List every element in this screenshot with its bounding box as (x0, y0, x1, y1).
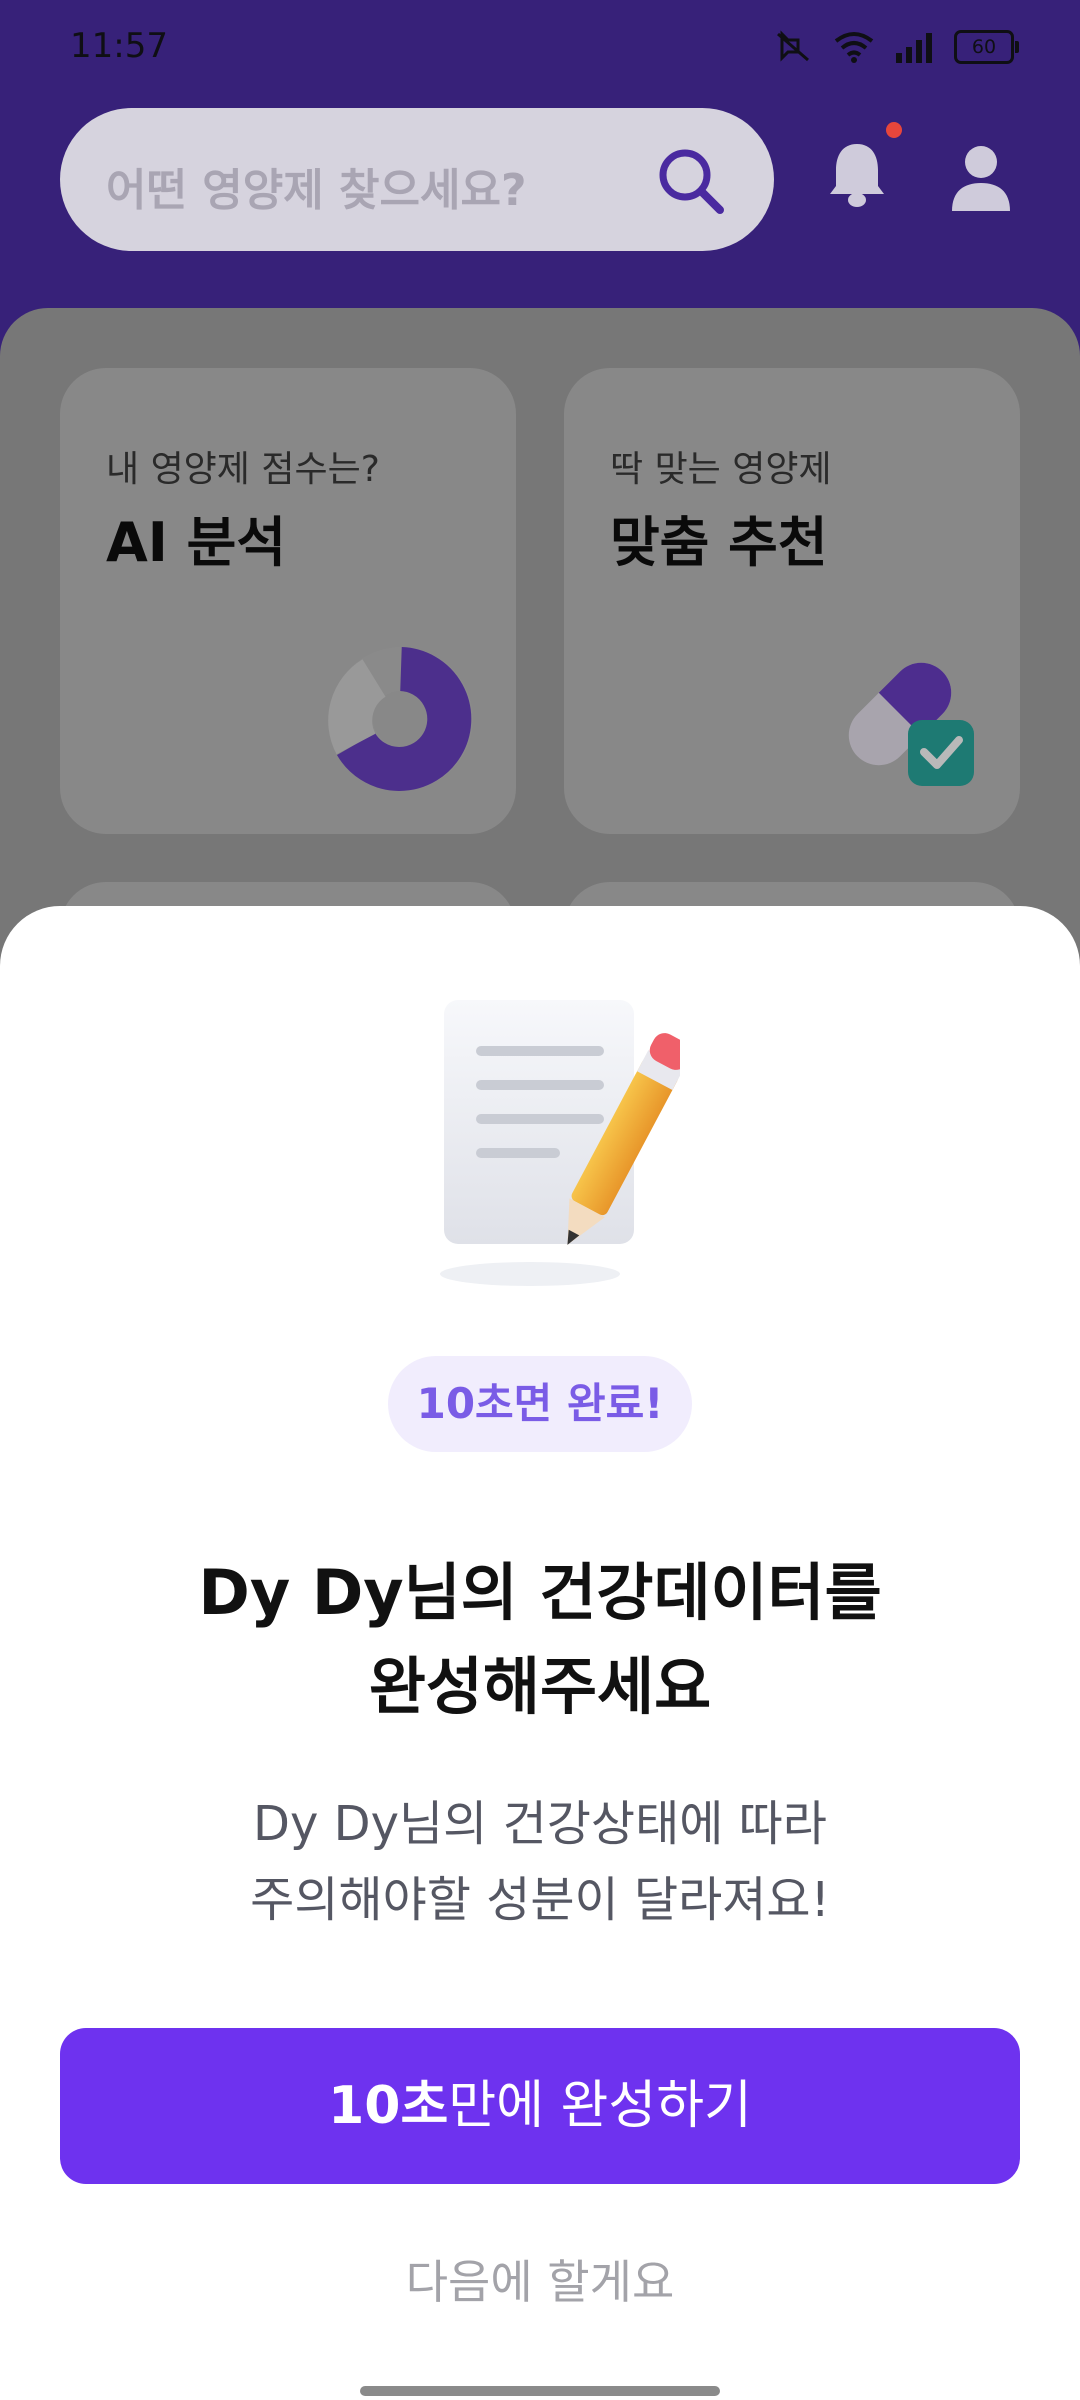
notification-dot (886, 122, 902, 138)
card-title: 맞춤 추천 (610, 511, 828, 574)
time-badge: 10초면 완료! (388, 1356, 692, 1452)
complete-button[interactable]: 10초만에 완성하기 (60, 2028, 1020, 2184)
card-title: AI 분석 (106, 511, 287, 574)
home-indicator[interactable] (360, 2386, 720, 2396)
donut-chart-icon (328, 647, 473, 791)
wifi-icon (834, 32, 874, 63)
search-icon[interactable] (656, 146, 726, 216)
battery-icon: 60 (954, 30, 1019, 64)
document-pencil-icon (440, 1000, 680, 1286)
sheet-description-line2: 주의해야할 성분이 달라져요! (250, 1872, 830, 1928)
ai-analysis-card[interactable]: 내 영양제 점수는? AI 분석 (60, 368, 516, 834)
bottom-sheet: 10초면 완료! Dy Dy님의 건강데이터를 완성해주세요 Dy Dy님의 건… (0, 906, 1080, 2400)
search-placeholder: 어떤 영양제 찾으세요? (106, 165, 527, 216)
sheet-title-line2: 완성해주세요 (368, 1650, 712, 1723)
status-icons: 60 (774, 30, 1019, 64)
sheet-title: Dy Dy님의 건강데이터를 완성해주세요 (0, 1546, 1080, 1734)
sheet-description: Dy Dy님의 건강상태에 따라 주의해야할 성분이 달라져요! (0, 1786, 1080, 1938)
cta-text: 만에 완성하기 (448, 2076, 752, 2136)
bell-icon[interactable] (826, 140, 888, 210)
status-time: 11:57 (70, 26, 168, 66)
custom-recommendation-card[interactable]: 딱 맞는 영양제 맞춤 추천 (564, 368, 1020, 834)
sheet-title-line1: Dy Dy님의 건강데이터를 (198, 1556, 882, 1629)
status-bar: 11:57 60 (0, 0, 1080, 96)
capsule-check-icon (848, 662, 974, 786)
sheet-description-line1: Dy Dy님의 건강상태에 따라 (253, 1796, 827, 1852)
card-subtitle: 딱 맞는 영양제 (610, 449, 832, 490)
signal-icon (896, 33, 932, 63)
profile-icon[interactable] (950, 145, 1012, 211)
cta-bold-text: 10초 (328, 2076, 449, 2136)
search-bar[interactable]: 어떤 영양제 찾으세요? (60, 108, 774, 251)
later-button[interactable]: 다음에 할게요 (0, 2246, 1080, 2312)
card-subtitle: 내 영양제 점수는? (106, 449, 380, 490)
mute-icon (777, 30, 809, 62)
